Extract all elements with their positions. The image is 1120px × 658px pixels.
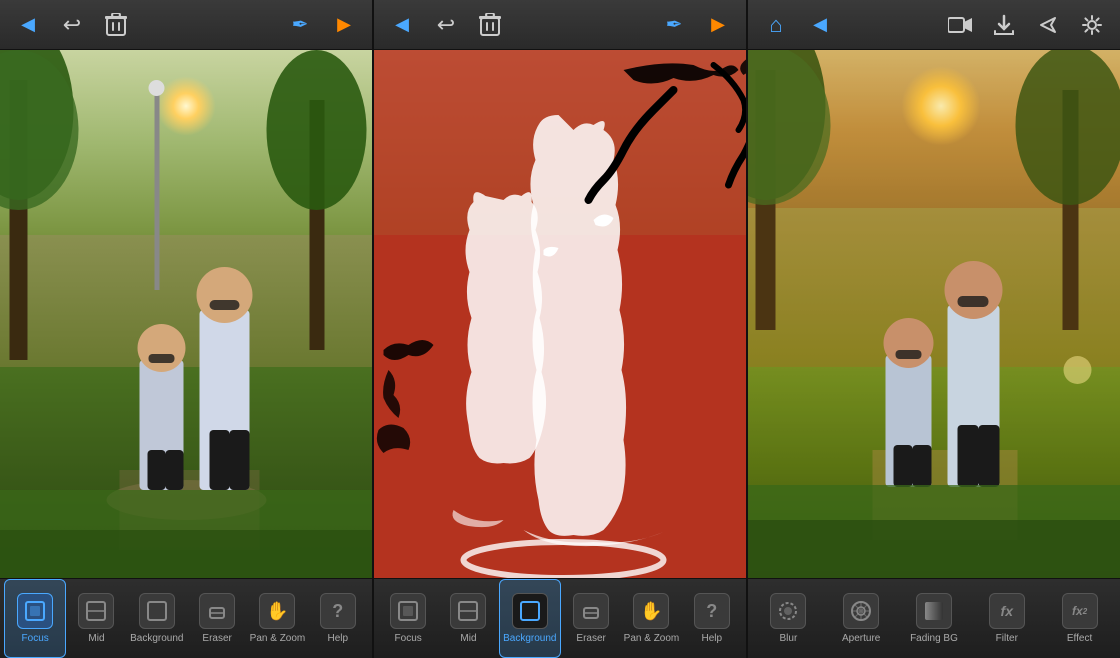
tool-label-mid-left: Mid [88,633,104,644]
left-sun [156,76,216,136]
tool-label-focus-middle: Focus [395,633,422,644]
left-ground [0,367,372,578]
video-button-right[interactable] [942,7,978,43]
eraser-icon-middle [573,593,609,629]
background-icon-left [139,593,175,629]
pen-button-middle[interactable]: ✒ [656,7,692,43]
mid-icon-left [78,593,114,629]
tool-background-left[interactable]: Background [127,579,187,658]
tool-focus-left[interactable]: Focus [4,579,66,658]
tool-blur-right[interactable]: Blur [752,579,825,658]
right-sun [901,66,981,146]
home-button-right[interactable]: ⌂ [758,7,794,43]
tool-mid-left[interactable]: Mid [66,579,126,658]
right-toolbar: ⌂ ◀ [748,0,1120,50]
tool-label-eraser-left: Eraser [202,633,231,644]
tool-label-focus-left: Focus [22,633,49,644]
tool-focus-middle[interactable]: Focus [378,579,438,658]
middle-toolbar-right: ✒ ▶ [656,7,736,43]
tool-background-middle[interactable]: Background [499,579,561,658]
eraser-icon-left [199,593,235,629]
tool-label-background-left: Background [130,633,183,644]
left-bottom-toolbar: Focus Mid Background Eraser [0,578,372,658]
tool-label-background-middle: Background [503,633,556,644]
back-button-right[interactable]: ◀ [802,7,838,43]
left-toolbar-left: ◀ ↩ [10,7,134,43]
pan-zoom-icon-middle: ✋ [633,593,669,629]
left-panel: ◀ ↩ ✒ ▶ [0,0,374,658]
back-button-middle[interactable]: ◀ [384,7,420,43]
tool-label-blur-right: Blur [780,633,798,644]
help-icon-left: ? [320,593,356,629]
settings-button-right[interactable] [1074,7,1110,43]
undo-button-left[interactable]: ↩ [54,7,90,43]
tool-label-help-left: Help [328,633,349,644]
pen-button-left[interactable]: ✒ [282,7,318,43]
share-button-right[interactable] [1030,7,1066,43]
right-ground [748,367,1120,578]
tool-eraser-left[interactable]: Eraser [187,579,247,658]
back-button-left[interactable]: ◀ [10,7,46,43]
focus-icon-left [17,593,53,629]
right-toolbar-left: ⌂ ◀ [758,7,838,43]
tool-fx2-right[interactable]: fx2 Effect [1043,579,1116,658]
fx-icon-right: fx [989,593,1025,629]
tool-label-mid-middle: Mid [460,633,476,644]
fading-bg-icon-right [916,593,952,629]
tool-label-fading-bg-right: Fading BG [910,633,958,644]
focus-icon-middle [390,593,426,629]
forward-button-left[interactable]: ▶ [326,7,362,43]
tool-help-left[interactable]: ? Help [308,579,368,658]
tool-label-help-middle: Help [702,633,723,644]
middle-toolbar: ◀ ↩ ✒ ▶ [374,0,746,50]
tool-pan-zoom-middle[interactable]: ✋ Pan & Zoom [621,579,681,658]
panels-container: ◀ ↩ ✒ ▶ [0,0,1120,658]
tool-label-pan-zoom-middle: Pan & Zoom [624,633,680,644]
right-image-area [748,50,1120,578]
left-mid [0,235,372,367]
fx2-icon-right: fx2 [1062,593,1098,629]
help-icon-middle: ? [694,593,730,629]
middle-sky [374,50,746,235]
background-icon-middle [512,593,548,629]
middle-image-area [374,50,746,578]
pan-zoom-icon-left: ✋ [259,593,295,629]
right-mid [748,208,1120,366]
tool-label-eraser-middle: Eraser [576,633,605,644]
tool-eraser-middle[interactable]: Eraser [561,579,621,658]
forward-button-middle[interactable]: ▶ [700,7,736,43]
right-panel: ⌂ ◀ [748,0,1120,658]
right-bottom-toolbar: Blur Aperture [748,578,1120,658]
tool-aperture-right[interactable]: Aperture [825,579,898,658]
middle-toolbar-left: ◀ ↩ [384,7,508,43]
mid-icon-middle [450,593,486,629]
undo-button-middle[interactable]: ↩ [428,7,464,43]
tool-fading-bg-right[interactable]: Fading BG [898,579,971,658]
left-toolbar: ◀ ↩ ✒ ▶ [0,0,372,50]
tool-label-fx-right: Filter [996,633,1018,644]
delete-button-left[interactable] [98,7,134,43]
tool-fx-right[interactable]: fx Filter [970,579,1043,658]
tool-label-pan-zoom-left: Pan & Zoom [250,633,306,644]
blur-icon-right [770,593,806,629]
right-toolbar-right [942,7,1110,43]
tool-label-fx2-right: Effect [1067,633,1092,644]
tool-pan-zoom-left[interactable]: ✋ Pan & Zoom [247,579,307,658]
delete-button-middle[interactable] [472,7,508,43]
middle-bottom-toolbar: Focus Mid Background Eraser [374,578,746,658]
tool-label-aperture-right: Aperture [842,633,880,644]
left-image-area [0,50,372,578]
tool-help-middle[interactable]: ? Help [682,579,742,658]
aperture-icon-right [843,593,879,629]
left-toolbar-right: ✒ ▶ [282,7,362,43]
middle-panel: ◀ ↩ ✒ ▶ [374,0,748,658]
download-button-right[interactable] [986,7,1022,43]
tool-mid-middle[interactable]: Mid [438,579,498,658]
